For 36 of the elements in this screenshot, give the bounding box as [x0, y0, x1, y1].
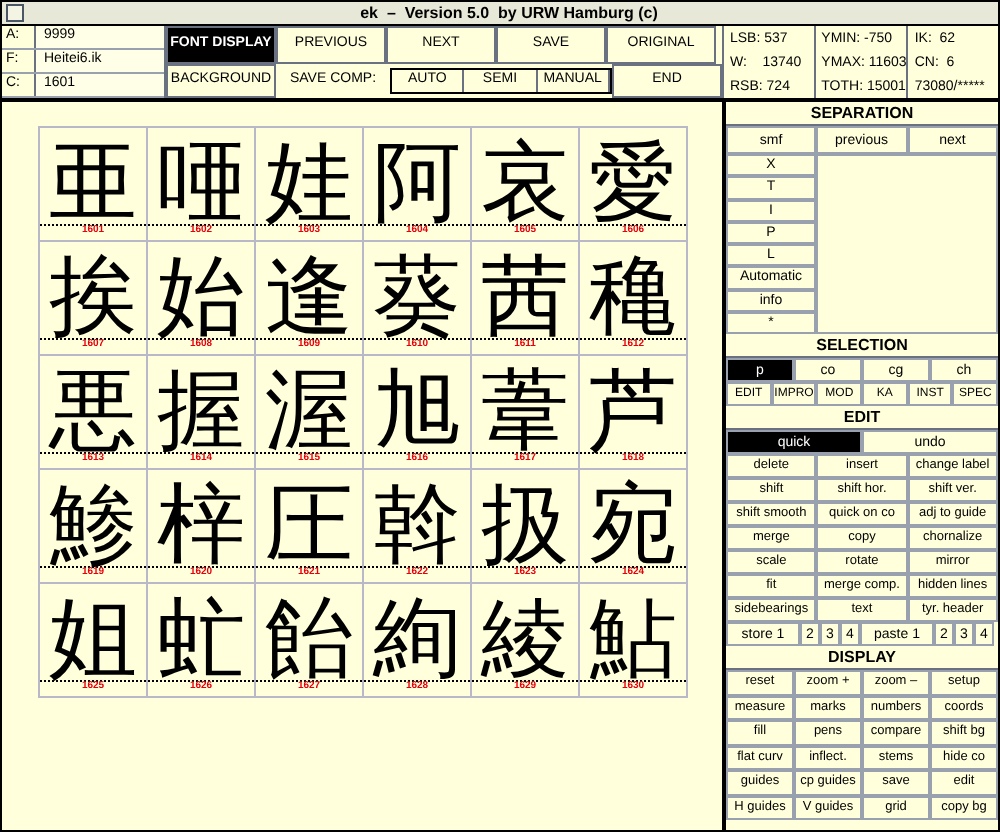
- glyph[interactable]: 哀: [481, 140, 569, 228]
- glyph[interactable]: 圧: [265, 482, 353, 570]
- glyph[interactable]: 娃: [265, 140, 353, 228]
- glyph[interactable]: 旭: [373, 368, 461, 456]
- glyph[interactable]: 斡: [373, 482, 461, 570]
- glyph[interactable]: 扱: [481, 482, 569, 570]
- glyph[interactable]: 渥: [265, 368, 353, 456]
- glyph[interactable]: 鯵: [49, 482, 137, 570]
- glyph[interactable]: 握: [157, 368, 245, 456]
- glyph[interactable]: 虻: [157, 596, 245, 684]
- section-header: EDIT: [726, 406, 998, 430]
- glyph[interactable]: 飴: [265, 596, 353, 684]
- glyph[interactable]: 悪: [49, 368, 137, 456]
- glyph[interactable]: 逢: [265, 254, 353, 342]
- window-title: ek – Version 5.0 by URW Hamburg (c): [358, 5, 660, 21]
- section-header: DISPLAY: [726, 646, 998, 670]
- section-header: SELECTION: [726, 334, 998, 358]
- section-header: SEPARATION: [726, 102, 998, 126]
- glyph[interactable]: 芦: [589, 368, 677, 456]
- glyph[interactable]: 葦: [481, 368, 569, 456]
- glyph[interactable]: 亜: [49, 140, 137, 228]
- glyph[interactable]: 鮎: [589, 596, 677, 684]
- glyph[interactable]: 絢: [373, 596, 461, 684]
- glyph[interactable]: 愛: [589, 140, 677, 228]
- glyph[interactable]: 始: [157, 254, 245, 342]
- glyph[interactable]: 穐: [589, 254, 677, 342]
- glyph[interactable]: 姐: [49, 596, 137, 684]
- glyph[interactable]: 綾: [481, 596, 569, 684]
- glyph[interactable]: 梓: [157, 482, 245, 570]
- glyph[interactable]: 茜: [481, 254, 569, 342]
- glyph[interactable]: 宛: [589, 482, 677, 570]
- glyph[interactable]: 葵: [373, 254, 461, 342]
- glyph[interactable]: 唖: [157, 140, 245, 228]
- window-menu-icon[interactable]: [6, 4, 24, 22]
- glyph[interactable]: 阿: [373, 140, 461, 228]
- glyph[interactable]: 挨: [49, 254, 137, 342]
